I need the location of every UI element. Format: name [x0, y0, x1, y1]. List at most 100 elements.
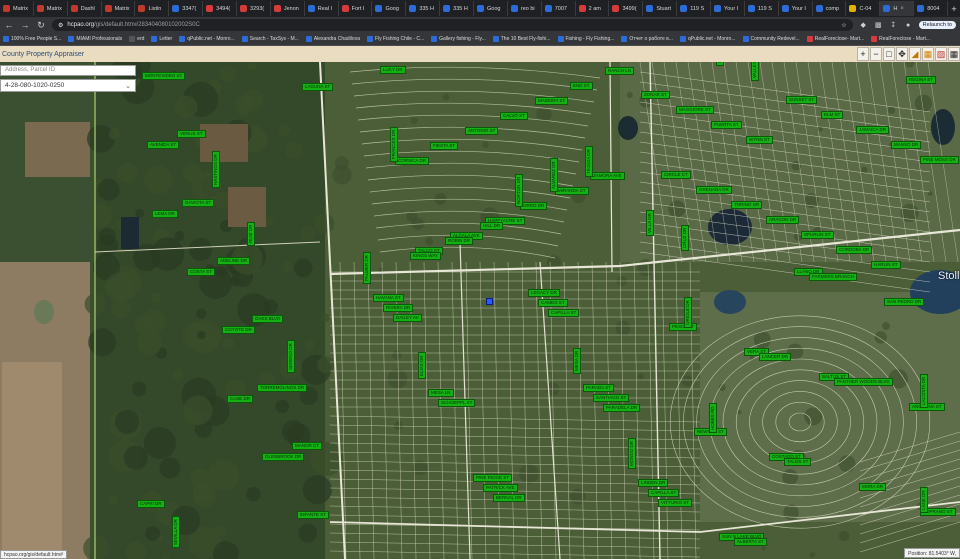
parcel-search-input[interactable]: Address, Parcel ID — [0, 65, 136, 76]
browser-tab[interactable]: comp — [813, 1, 847, 16]
street-label: END ST — [570, 82, 593, 90]
tree-canopy — [570, 488, 586, 505]
bookmark-item[interactable]: Отчет о работе в... — [621, 36, 673, 42]
street-label: CAPILLA ST — [648, 489, 680, 497]
pan-icon[interactable]: ✥ — [896, 47, 908, 61]
zoom-out-icon[interactable]: − — [870, 47, 882, 61]
street-label: PUERTA ST — [711, 121, 742, 129]
tab-label: 3494( — [216, 5, 231, 12]
zoom-box-icon[interactable]: □ — [883, 47, 895, 61]
downloads-icon[interactable]: ↧ — [889, 21, 898, 29]
bookmarks-bar: 100% Free People S... MIAMI Professionals… — [0, 33, 960, 46]
browser-tab[interactable]: Matrix — [34, 1, 68, 16]
bookmark-star-icon[interactable]: ☆ — [841, 22, 846, 29]
browser-tab[interactable]: 7007 — [542, 1, 576, 16]
browser-tab[interactable]: C-04 — [846, 1, 881, 16]
print-icon[interactable]: ▨ — [935, 47, 947, 61]
browser-tab[interactable]: Dashl — [68, 1, 102, 16]
site-info-icon[interactable]: ⚙ — [58, 22, 63, 29]
relaunch-button[interactable]: Relaunch to — [918, 21, 956, 29]
street-label: CALVO ST — [500, 112, 528, 120]
bookmark-item[interactable]: 100% Free People S... — [3, 36, 61, 42]
bookmark-favicon-icon — [151, 36, 158, 42]
measure-icon[interactable]: ◢ — [909, 47, 921, 61]
tree-canopy — [150, 292, 162, 303]
grid-icon[interactable]: ▦ — [948, 47, 960, 61]
street-label: SAN PEDRO DR — [884, 298, 925, 306]
selected-parcel-marker[interactable] — [486, 298, 493, 305]
bookmark-item[interactable]: RealForeclose - Mart... — [871, 36, 930, 42]
map-canvas[interactable]: LUCY DR DAILEY AV WYNN ST SALTUS ST LEMA DR T… — [0, 62, 960, 559]
street-label: LACOSTA DR — [920, 373, 928, 408]
tree-canopy — [135, 208, 145, 218]
extension-icon[interactable]: ◆ — [859, 21, 868, 29]
street-label: MADEIRA ST — [535, 97, 569, 105]
browser-tab[interactable]: Stuart — [643, 1, 678, 16]
browser-tab[interactable]: Matrix — [0, 1, 34, 16]
browser-tab[interactable]: reo bi — [508, 1, 542, 16]
bookmark-item[interactable]: RealForeclose- Mart... — [806, 36, 864, 42]
browser-tab[interactable]: Your I — [711, 1, 745, 16]
bookmark-item[interactable]: Fly Fishing Chile - C... — [366, 36, 424, 42]
bookmark-item[interactable]: The 10 Best Fly-fishi... — [492, 36, 551, 42]
bookmark-item[interactable]: Alexandra Chadilova — [305, 36, 360, 42]
address-bar[interactable]: ⚙ hcpao.org/gis/default.htm#283404080102… — [52, 19, 853, 31]
browser-tab[interactable]: H × — [880, 1, 915, 16]
tree-canopy — [637, 373, 644, 380]
zoom-in-icon[interactable]: + — [857, 47, 869, 61]
close-tab-icon[interactable]: × — [900, 6, 904, 12]
browser-tab[interactable]: 3293( — [237, 1, 271, 16]
profile-icon[interactable]: ● — [904, 22, 913, 29]
new-tab-button[interactable]: + — [948, 4, 960, 14]
browser-tab[interactable]: Fort I — [339, 1, 373, 16]
browser-tab[interactable]: Real I — [305, 1, 339, 16]
browser-tab[interactable]: 119 S — [677, 1, 712, 16]
tab-label: C-04 — [859, 5, 872, 12]
tab-favicon-icon — [612, 5, 620, 12]
bookmark-item[interactable]: erd — [129, 36, 144, 42]
bookmark-item[interactable]: Community Redevel... — [742, 36, 800, 42]
browser-tab[interactable]: 335 H — [406, 1, 441, 16]
reload-icon[interactable]: ↻ — [36, 20, 46, 31]
bookmark-item[interactable]: Letter — [151, 36, 172, 42]
browser-tab[interactable]: Matrix — [102, 1, 136, 16]
tab-favicon-icon — [781, 5, 789, 12]
browser-tab[interactable]: Your I — [779, 1, 813, 16]
bookmark-item[interactable]: MIAMI Professionals — [68, 36, 122, 42]
browser-tab[interactable]: 119 S — [745, 1, 779, 16]
tree-canopy — [188, 237, 213, 262]
bookmark-item[interactable]: qPublic.net - Monro... — [179, 36, 235, 42]
extension-puzzle-icon[interactable]: ▩ — [874, 21, 883, 29]
bookmark-item[interactable]: Fishing - Fly Fishing... — [557, 36, 614, 42]
tree-canopy — [183, 395, 213, 426]
pond — [618, 116, 638, 140]
browser-tab[interactable]: 3494( — [203, 1, 238, 16]
place-label: Stoll — [938, 270, 960, 282]
bookmark-item[interactable]: Search - TaxSys - M... — [241, 36, 299, 42]
parcel-select[interactable]: 4-28-080-1020-0250 ⌄ — [0, 79, 136, 92]
forward-icon[interactable]: → — [20, 20, 30, 30]
bookmark-item[interactable]: qPublic.net - Monro... — [679, 36, 736, 42]
browser-tab[interactable]: 8004 — [914, 1, 949, 16]
browser-tab[interactable]: 3347( — [169, 1, 204, 16]
bookmark-favicon-icon — [241, 36, 248, 42]
tree-canopy — [293, 258, 313, 278]
bookmark-favicon-icon — [492, 36, 499, 42]
street-label: MIRANDA ST — [555, 187, 589, 195]
browser-tab[interactable]: Listin — [135, 1, 170, 16]
browser-tab[interactable]: Goog — [474, 1, 508, 16]
tree-canopy — [304, 339, 315, 350]
bookmark-item[interactable]: Gallery fishing - Fly... — [431, 36, 486, 42]
browser-tab[interactable]: Jenon — [271, 1, 305, 16]
browser-tab[interactable]: Goog — [372, 1, 407, 16]
street-label: ANTONIO ST — [465, 127, 499, 135]
bookmark-label: Отчет о работе в... — [629, 36, 673, 42]
bookmark-label: MIAMI Professionals — [76, 36, 123, 42]
tree-canopy — [145, 526, 161, 541]
back-icon[interactable]: ← — [4, 20, 14, 30]
browser-tab[interactable]: 3499( — [609, 1, 644, 16]
tree-canopy — [208, 459, 240, 491]
browser-tab[interactable]: 2 am — [576, 1, 610, 16]
layers-icon[interactable]: ▦ — [922, 47, 934, 61]
browser-tab[interactable]: 335 H — [440, 1, 475, 16]
